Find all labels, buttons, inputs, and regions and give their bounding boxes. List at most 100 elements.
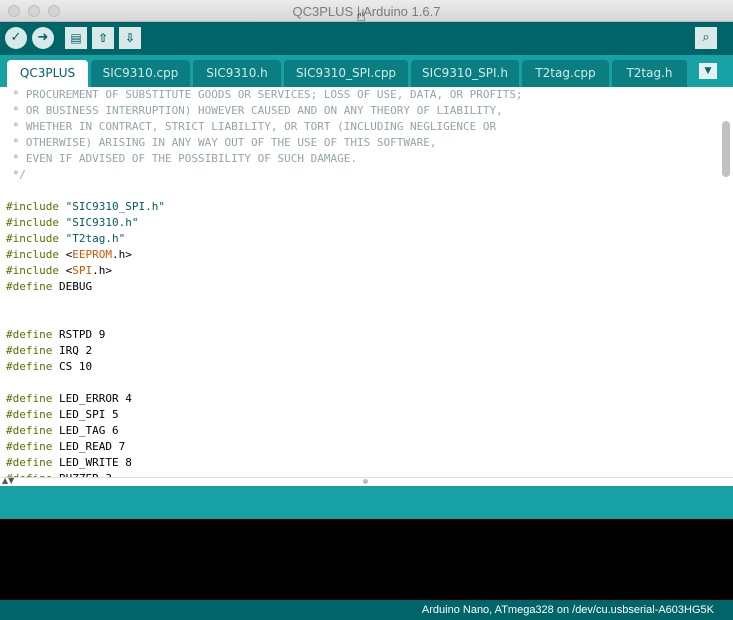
new-sketch-button[interactable]: ▤ [65, 27, 87, 49]
code-token: * WHETHER IN CONTRACT, STRICT LIABILITY,… [6, 120, 497, 133]
code-token: #define [6, 408, 53, 421]
code-token: #define [6, 360, 53, 373]
collapse-arrows-icon[interactable]: ▲▼ [2, 476, 14, 485]
title-bar: QC3PLUS | Arduino 1.6.7 ☝ [0, 0, 733, 25]
code-line[interactable]: #define LED_WRITE 8 [6, 455, 523, 471]
tab-t2tag-cpp[interactable]: T2tag.cpp [522, 60, 609, 87]
code-line[interactable]: #define LED_TAG 6 [6, 423, 523, 439]
split-divider[interactable]: ▲▼ [0, 476, 733, 486]
arrow-down-icon: ⇩ [124, 31, 136, 45]
code-line[interactable]: #define IRQ 2 [6, 343, 523, 359]
verify-button[interactable]: ✓ [5, 27, 27, 49]
code-token: #define [6, 424, 53, 437]
code-token: .h> [92, 264, 112, 277]
tab-sic9310-h[interactable]: SIC9310.h [193, 60, 281, 87]
code-line[interactable] [6, 183, 523, 199]
code-line[interactable]: * PROCUREMENT OF SUBSTITUTE GOODS OR SER… [6, 87, 523, 103]
code-token: #define [6, 344, 53, 357]
message-bar [0, 486, 733, 519]
document-icon: ▤ [70, 31, 82, 45]
code-token: * EVEN IF ADVISED OF THE POSSIBILITY OF … [6, 152, 357, 165]
code-token: #define [6, 280, 53, 293]
code-line[interactable]: #include <SPI.h> [6, 263, 523, 279]
code-editor[interactable]: * PROCUREMENT OF SUBSTITUTE GOODS OR SER… [0, 87, 733, 477]
board-status: Arduino Nano, ATmega328 on /dev/cu.usbse… [421, 604, 714, 616]
code-line[interactable]: #include "T2tag.h" [6, 231, 523, 247]
code-line[interactable] [6, 375, 523, 391]
tab-menu-button[interactable]: ▼ [699, 63, 717, 79]
magnifier-icon: ⌕ [702, 30, 710, 45]
code-token: .h> [111, 248, 132, 261]
code-token: "T2tag.h" [65, 232, 126, 245]
code-line[interactable]: * OTHERWISE) ARISING IN ANY WAY OUT OF T… [6, 135, 523, 151]
code-token: LED_SPI 5 [52, 408, 119, 421]
code-token: #define [6, 440, 53, 453]
code-token: #define [6, 328, 53, 341]
code-line[interactable]: #define LED_READ 7 [6, 439, 523, 455]
code-line[interactable]: */ [6, 167, 523, 183]
code-text[interactable]: * PROCUREMENT OF SUBSTITUTE GOODS OR SER… [6, 87, 523, 477]
code-token: * PROCUREMENT OF SUBSTITUTE GOODS OR SER… [6, 88, 523, 101]
console-output[interactable] [0, 519, 733, 600]
tab-sic9310-cpp[interactable]: SIC9310.cpp [91, 60, 190, 87]
code-token: #define [6, 392, 53, 405]
code-line[interactable]: #define CS 10 [6, 359, 523, 375]
open-sketch-button[interactable]: ⇧ [92, 27, 114, 49]
tab-sic9310-spi-h[interactable]: SIC9310_SPI.h [411, 60, 519, 87]
code-line[interactable]: #include "SIC9310.h" [6, 215, 523, 231]
serial-monitor-button[interactable]: ⌕ [695, 27, 717, 49]
code-token: < [58, 264, 73, 277]
triangle-down-icon: ▼ [704, 66, 712, 76]
toolbar: ✓ ➜ ▤ ⇧ ⇩ ⌕ [0, 22, 733, 55]
code-token: IRQ 2 [52, 344, 93, 357]
code-token: * OTHERWISE) ARISING IN ANY WAY OUT OF T… [6, 136, 437, 149]
arrow-right-icon: ➜ [37, 30, 49, 45]
code-token: #include [6, 264, 59, 277]
code-line[interactable]: #define LED_SPI 5 [6, 407, 523, 423]
code-line[interactable]: * WHETHER IN CONTRACT, STRICT LIABILITY,… [6, 119, 523, 135]
code-token: #define [6, 456, 53, 469]
tab-t2tag-h[interactable]: T2tag.h [612, 60, 687, 87]
code-line[interactable]: * EVEN IF ADVISED OF THE POSSIBILITY OF … [6, 151, 523, 167]
code-line[interactable]: #define DEBUG [6, 279, 523, 295]
code-token: #include [6, 232, 59, 245]
upload-button[interactable]: ➜ [32, 27, 54, 49]
code-token: #include [6, 248, 59, 261]
code-line[interactable]: #include <EEPROM.h> [6, 247, 523, 263]
check-icon: ✓ [10, 30, 22, 45]
code-token: RSTPD 9 [52, 328, 106, 341]
code-token: #include [6, 216, 59, 229]
code-token: #include [6, 200, 59, 213]
tab-qc3plus[interactable]: QC3PLUS [7, 60, 88, 87]
code-token: LED_READ 7 [52, 440, 126, 453]
code-token: */ [6, 168, 26, 181]
code-line[interactable]: #define RSTPD 9 [6, 327, 523, 343]
code-line[interactable]: #define LED_ERROR 4 [6, 391, 523, 407]
code-token: DEBUG [52, 280, 93, 293]
status-bar: Arduino Nano, ATmega328 on /dev/cu.usbse… [0, 600, 733, 620]
code-token: SPI [72, 264, 93, 277]
window-title: QC3PLUS | Arduino 1.6.7 [292, 4, 441, 19]
code-token: LED_ERROR 4 [52, 392, 132, 405]
code-line[interactable]: * OR BUSINESS INTERRUPTION) HOWEVER CAUS… [6, 103, 523, 119]
code-line[interactable] [6, 295, 523, 311]
code-line[interactable]: #include "SIC9310_SPI.h" [6, 199, 523, 215]
editor-scrollbar[interactable] [722, 121, 730, 177]
code-token: < [58, 248, 73, 261]
code-token: CS 10 [52, 360, 93, 373]
code-token: "SIC9310.h" [65, 216, 139, 229]
save-sketch-button[interactable]: ⇩ [119, 27, 141, 49]
code-token: LED_WRITE 8 [52, 456, 132, 469]
code-token: "SIC9310_SPI.h" [65, 200, 165, 213]
code-token: EEPROM [72, 248, 112, 261]
tab-bar: QC3PLUS SIC9310.cpp SIC9310.h SIC9310_SP… [0, 55, 733, 87]
code-line[interactable] [6, 311, 523, 327]
divider-handle[interactable] [363, 479, 368, 484]
code-token: LED_TAG 6 [52, 424, 119, 437]
arrow-up-icon: ⇧ [97, 31, 109, 45]
code-token: * OR BUSINESS INTERRUPTION) HOWEVER CAUS… [6, 104, 503, 117]
tab-sic9310-spi-cpp[interactable]: SIC9310_SPI.cpp [284, 60, 408, 87]
